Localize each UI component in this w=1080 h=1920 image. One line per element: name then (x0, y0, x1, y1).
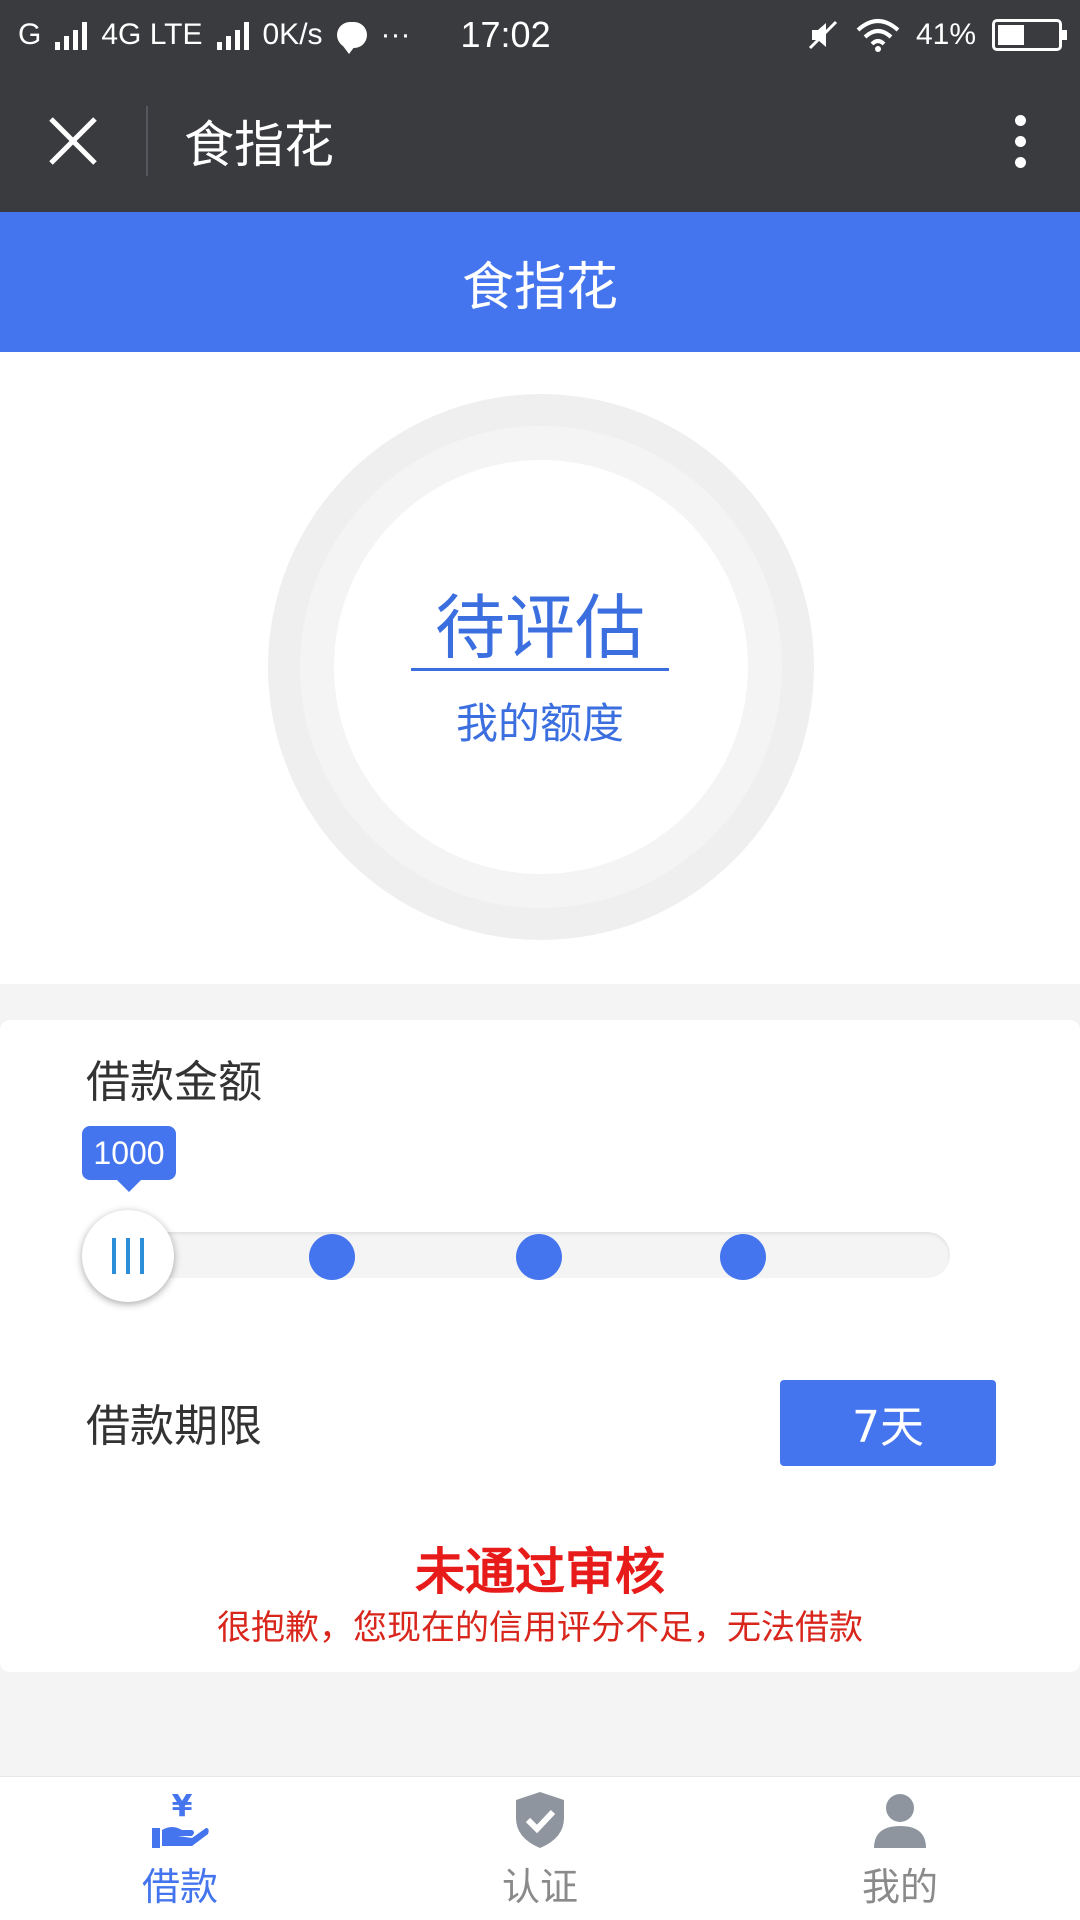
loan-hand-yen-icon: ¥ (152, 1789, 209, 1848)
nav-label: 我的 (861, 1864, 938, 1909)
carrier-text: G (18, 18, 42, 51)
battery-icon (992, 19, 1067, 51)
network-speed-text: 0K/s (262, 18, 323, 51)
status-bar: G 4G LTE 0K/s ··· 17:02 41% (0, 0, 1080, 70)
nav-item-loan[interactable]: ¥ 借款 (0, 1777, 360, 1920)
more-options-button[interactable] (960, 70, 1080, 212)
status-left: G 4G LTE 0K/s ··· 17:02 (18, 14, 806, 56)
credit-status: 待评估 (435, 587, 645, 669)
shield-check-icon (516, 1791, 564, 1848)
amount-slider-handle[interactable] (82, 1210, 174, 1302)
credit-divider (411, 668, 669, 671)
signal-icon-2 (216, 20, 249, 50)
loan-term-button[interactable]: 7天 (780, 1380, 996, 1466)
clock-text: 17:02 (460, 14, 551, 55)
credit-area: 待评估 我的额度 (0, 352, 1080, 984)
slider-step-dot[interactable] (720, 1234, 766, 1280)
signal-icon (55, 20, 88, 50)
nav-label: 借款 (141, 1864, 218, 1909)
battery-percent-text: 41% (915, 18, 976, 51)
page-title: 食指花 (0, 212, 1080, 352)
user-icon (874, 1793, 926, 1848)
amount-tooltip: 1000 (82, 1126, 176, 1192)
more-notifications-text: ··· (380, 18, 411, 51)
mute-icon (808, 20, 838, 50)
nav-item-verify[interactable]: 认证 (360, 1777, 720, 1920)
nav-item-mine[interactable]: 我的 (720, 1777, 1080, 1920)
app-bar: 食指花 (0, 70, 1080, 212)
loan-amount-label: 借款金额 (86, 1057, 262, 1108)
app-title: 食指花 (184, 116, 334, 174)
loan-card: 借款金额 1000 借款期限 7天 未通过审核 很抱歉，您现在的信用评分不足，无… (0, 1020, 1080, 1672)
app-bar-divider (146, 106, 148, 176)
credit-label: 我的额度 (455, 699, 624, 748)
chat-notification-icon (336, 22, 367, 54)
more-dots-icon (1014, 114, 1026, 126)
review-status-title: 未通过审核 (415, 1543, 665, 1601)
slider-step-dot[interactable] (516, 1234, 562, 1280)
loan-term-label: 借款期限 (86, 1401, 262, 1452)
svg-text:¥: ¥ (172, 1789, 193, 1824)
close-icon (49, 117, 97, 165)
review-status-message: 很抱歉，您现在的信用评分不足，无法借款 (217, 1608, 863, 1648)
nav-label: 认证 (501, 1864, 578, 1909)
close-button[interactable] (0, 70, 146, 212)
grip-icon (112, 1238, 116, 1274)
wifi-icon (856, 19, 900, 52)
bottom-nav: ¥ 借款 认证 我的 (0, 1776, 1080, 1920)
status-right: 41% (806, 18, 1067, 52)
slider-step-dot[interactable] (309, 1234, 355, 1280)
network-type-text: 4G LTE (101, 18, 203, 51)
